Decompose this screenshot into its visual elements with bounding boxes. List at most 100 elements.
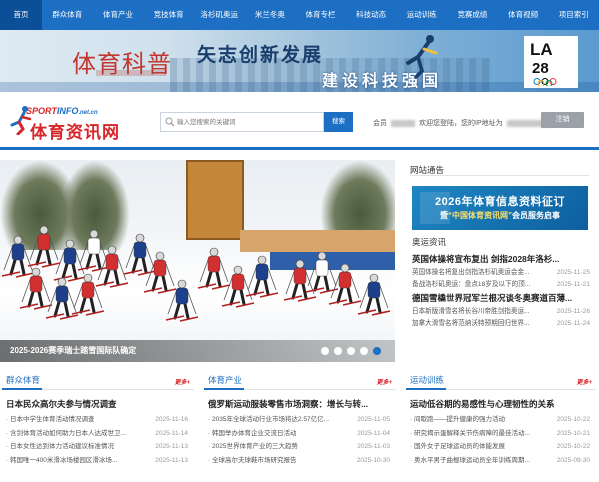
column-news-item[interactable]: 韩国唯一400米滑冰场楼园区滑冰场... 2025-11-13 <box>2 454 194 468</box>
skier-figure <box>197 247 231 290</box>
search-box[interactable] <box>160 112 324 132</box>
nav-item[interactable]: 项目索引 <box>548 0 599 30</box>
banner-slogan-line1: 矢志创新发展 <box>197 45 324 66</box>
column-header: 体育产业 更多+ <box>204 372 396 390</box>
news-item-date: 2025-10-30 <box>356 456 390 464</box>
news-item-date: 2025-11-26 <box>556 308 590 315</box>
nav-item[interactable]: 首页 <box>0 0 42 30</box>
brand-top-suffix: .net.cn <box>78 110 98 116</box>
news-item-title[interactable]: 含剑体育活动如何助力日本人达成世卫... <box>6 427 126 441</box>
nav-item[interactable]: 体育视频 <box>498 0 549 30</box>
brand-top-info: INFO <box>56 106 79 116</box>
news-item-title[interactable]: 2025世界体育产业的三大趋势 <box>208 440 298 454</box>
news-item-title[interactable]: 奥水平男子曲棍球运动员全年训练周期... <box>410 454 530 468</box>
column-news-item[interactable]: 全球高尔夫球鞋市场研究报告 2025-10-30 <box>204 454 396 468</box>
column-lead-headline[interactable]: 俄罗斯运动服装零售市场洞察：增长与转... <box>208 398 396 410</box>
search-button[interactable]: 搜索 <box>324 112 353 132</box>
column-news-item[interactable]: 间歇跑——提升健康的强力活动 2025-10-22 <box>406 413 596 427</box>
news-item-date: 2025-11-13 <box>155 456 188 464</box>
nav-item[interactable]: 米兰冬奥 <box>245 0 296 30</box>
carousel-dot[interactable] <box>347 347 355 355</box>
skier-figure <box>328 263 362 306</box>
nav-item[interactable]: 体育产业 <box>93 0 144 30</box>
banner-band <box>0 82 599 92</box>
column-title-underline <box>2 388 42 390</box>
news-item-title[interactable]: 日本新版滑雪名将长谷川帝胜剑指奥运... <box>412 306 530 318</box>
column-title[interactable]: 体育产业 <box>208 374 242 386</box>
nav-item[interactable]: 竞技体育 <box>143 0 194 30</box>
olympic-headline[interactable]: 英国体操将宣布复出 剑指2028年洛杉... <box>412 252 590 267</box>
column-news-item[interactable]: 2025世界体育产业的三大趋势 2025-11-03 <box>204 440 396 454</box>
brand-top-logo: SPORTINFO.net.cn <box>26 106 98 116</box>
column-news-item[interactable]: 研究揭示蛋解释关节伤病障的最佳活动... 2025-10-21 <box>406 427 596 441</box>
news-item-date: 2025-10-22 <box>556 443 590 450</box>
news-item-date: 2025-11-03 <box>357 443 390 450</box>
news-item-title[interactable]: 日本中学生体育活动情况调查 <box>6 413 95 427</box>
column-news-item[interactable]: 2035年全球活动行业市场将达2.57亿亿... 2025-11-05 <box>204 413 396 427</box>
news-item-title[interactable]: 备战洛杉矶奥运：盘点18岁及以下的顶... <box>412 279 530 291</box>
news-item-date: 2025-09-30 <box>556 456 590 464</box>
skier-figure <box>305 251 339 294</box>
news-item-title[interactable]: 研究揭示蛋解释关节伤病障的最佳活动... <box>410 427 530 441</box>
news-item-title[interactable]: 日本女性达到体力活动建议标准情况 <box>6 440 114 454</box>
nav-item[interactable]: 运动训练 <box>396 0 447 30</box>
nav-item[interactable]: 群众体育 <box>42 0 93 30</box>
nav-item[interactable]: 竞赛成绩 <box>447 0 498 30</box>
news-item-title[interactable]: 2035年全球活动行业市场将达2.57亿亿... <box>208 413 329 427</box>
news-item-date: 2025-11-24 <box>556 320 590 327</box>
carousel-dot[interactable] <box>321 347 329 355</box>
olympic-news-item[interactable]: 日本新版滑雪名将长谷川帝胜剑指奥运... 2025-11-26 <box>412 306 590 318</box>
column-title[interactable]: 运动训练 <box>410 374 444 386</box>
news-item-title[interactable]: 英国体操名将复出剑指洛杉矶奥运会金... <box>412 267 530 279</box>
column-news-item[interactable]: 日本女性达到体力活动建议标准情况 2025-11-13 <box>2 440 194 454</box>
skier-figure <box>27 225 61 268</box>
news-carousel[interactable]: 2025-2026赛季瑞士踏雪国际队确定 <box>0 160 395 362</box>
news-item-title[interactable]: 加拿大滑雪名将范纳沃特预期回归世界... <box>412 318 530 330</box>
column-news-item[interactable]: 日本中学生体育活动情况调查 2025-11-16 <box>2 413 194 427</box>
nav-item[interactable]: 科技动态 <box>346 0 397 30</box>
column-news-item[interactable]: 含剑体育活动如何助力日本人达成世卫... 2025-11-14 <box>2 427 194 441</box>
olympic-news-item[interactable]: 加拿大滑雪名将范纳沃特预期回归世界... 2025-11-24 <box>412 318 590 330</box>
member-status: 会员 欢迎您登陆，您的IP地址为 <box>373 118 551 128</box>
skier-figure <box>245 255 279 298</box>
news-item-title[interactable]: 国外女子足球运动员的体能发展 <box>410 440 505 454</box>
column-header: 群众体育 更多+ <box>2 372 194 390</box>
brand-name[interactable]: 体育资讯网 <box>30 118 120 143</box>
carousel-dot[interactable] <box>334 347 342 355</box>
column-news-item[interactable]: 奥水平男子曲棍球运动员全年训练周期... 2025-09-30 <box>406 454 596 468</box>
olympic-news-item[interactable]: 英国体操名将复出剑指洛杉矶奥运会金... 2025-11-25 <box>412 267 590 279</box>
column-news-item[interactable]: 韩国举办体育企业交流日活动 2025-11-04 <box>204 427 396 441</box>
news-item-title[interactable]: 全球高尔夫球鞋市场研究报告 <box>208 454 297 468</box>
column-lead-headline[interactable]: 运动低谷期的易感性与心理韧性的关系 <box>410 398 596 410</box>
olympic-news-item[interactable]: 备战洛杉矶奥运：盘点18岁及以下的顶... 2025-11-21 <box>412 279 590 291</box>
member-name-blurred <box>391 119 415 127</box>
carousel-skiers-image <box>1 225 391 322</box>
skier-figure <box>77 229 111 272</box>
carousel-dot[interactable] <box>373 347 381 355</box>
news-item-title[interactable]: 韩国唯一400米滑冰场楼园区滑冰场... <box>6 454 117 468</box>
skier-figure <box>165 279 199 322</box>
news-item-title[interactable]: 间歇跑——提升健康的强力活动 <box>410 413 505 427</box>
nav-item[interactable]: 体育专栏 <box>295 0 346 30</box>
column-news-item[interactable]: 国外女子足球运动员的体能发展 2025-10-22 <box>406 440 596 454</box>
nav-item[interactable]: 洛杉矶奥运 <box>194 0 245 30</box>
la28-logo-number: 28 <box>532 60 549 77</box>
more-link[interactable]: 更多+ <box>376 377 392 386</box>
notice-image-line2: 暨“中国体育资讯网”会员服务启事 <box>412 210 588 221</box>
notice-image[interactable]: 2026年体育信息资料征订 暨“中国体育资讯网”会员服务启事 <box>412 186 588 230</box>
more-link[interactable]: 更多+ <box>174 377 190 386</box>
search-input[interactable] <box>177 115 321 129</box>
more-link[interactable]: 更多+ <box>576 377 592 386</box>
la28-logo: LA 28 <box>524 36 578 88</box>
news-item-date: 2025-10-22 <box>556 416 590 423</box>
olympic-news-title: 奥运资讯 <box>412 237 447 247</box>
olympic-headline[interactable]: 德国雪橇世界冠军兰根况谈冬奥赛道百薄... <box>412 291 590 306</box>
news-item-title[interactable]: 韩国举办体育企业交流日活动 <box>208 427 297 441</box>
carousel-dot[interactable] <box>360 347 368 355</box>
column-lead-headline[interactable]: 日本民众高尔夫参与情况调查 <box>6 398 194 410</box>
skier-figure <box>357 273 391 316</box>
carousel-caption[interactable]: 2025-2026赛季瑞士踏雪国际队确定 <box>10 345 136 356</box>
skier-figure <box>123 233 157 276</box>
logout-button[interactable]: 注销 <box>541 112 584 128</box>
column-title[interactable]: 群众体育 <box>6 374 40 386</box>
